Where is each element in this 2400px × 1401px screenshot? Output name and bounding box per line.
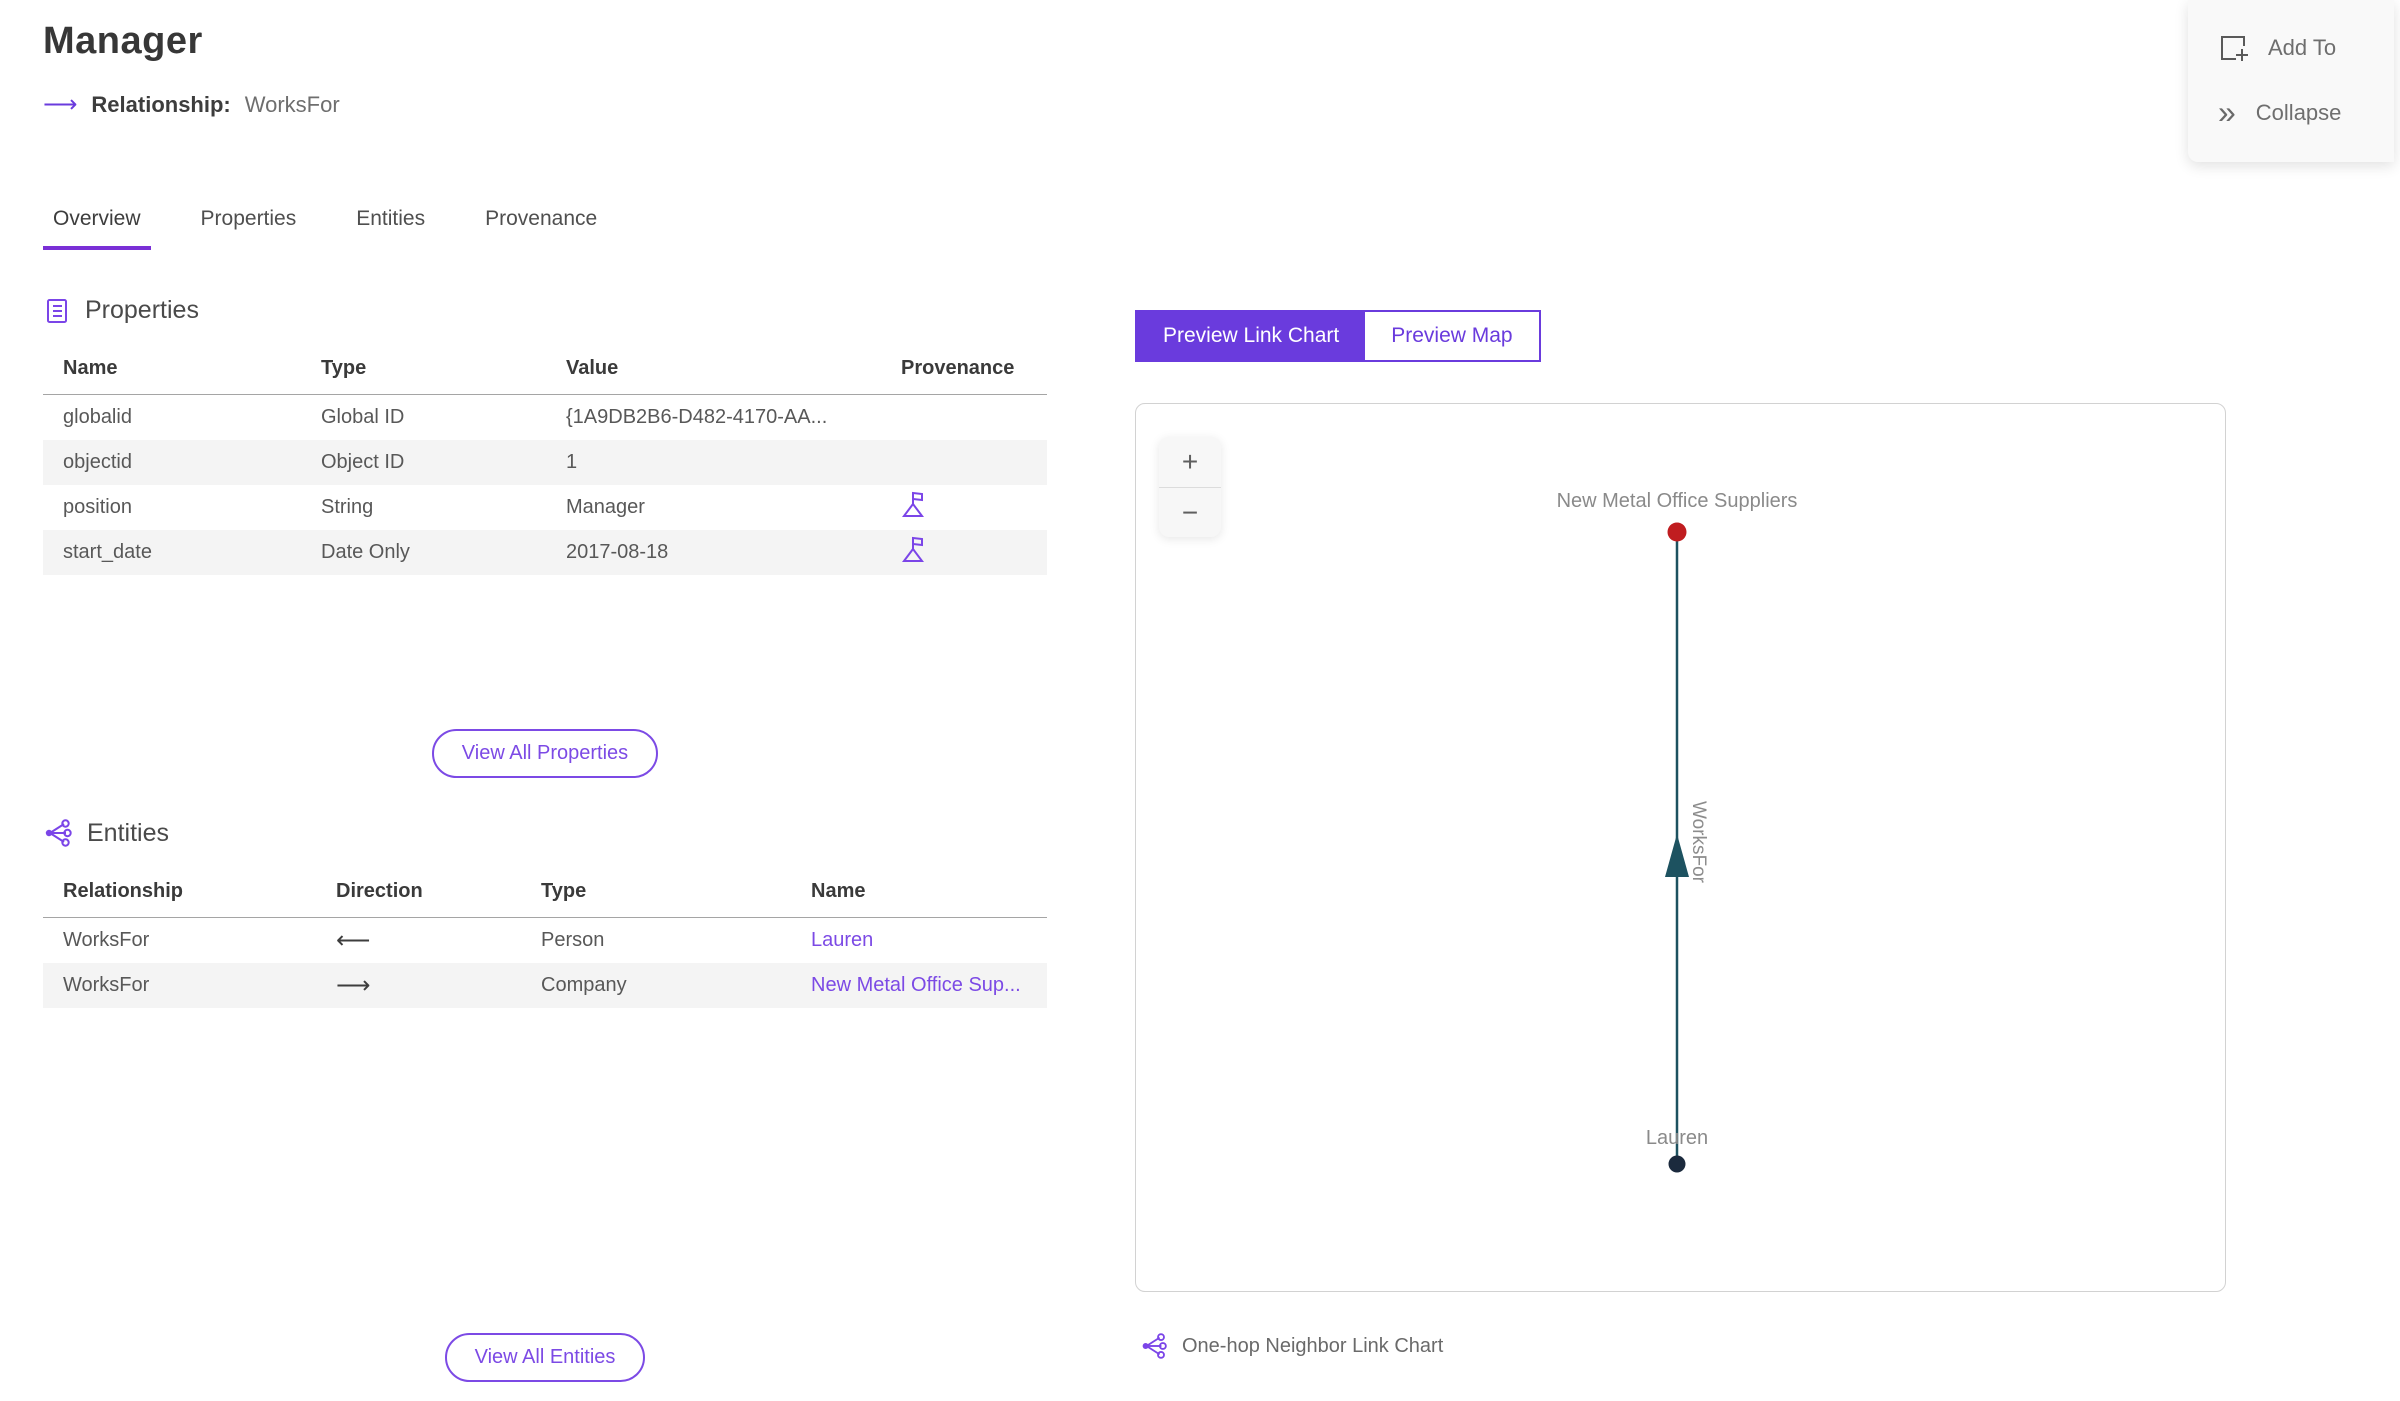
direction-left-arrow-icon: ⟵ xyxy=(336,926,371,954)
chart-caption: One-hop Neighbor Link Chart xyxy=(1140,1332,1443,1360)
relationship-detail-page: Manager ⟶ Relationship: WorksFor Add To … xyxy=(0,0,2400,1401)
link-chart-svg: WorksFor New Metal Office Suppliers Laur… xyxy=(1557,490,1798,1173)
table-row: globalid Global ID {1A9DB2B6-D482-4170-A… xyxy=(43,395,1047,440)
cell-provenance xyxy=(881,530,1047,575)
cell-name: globalid xyxy=(63,405,132,428)
table-row: start_date Date Only 2017-08-18 xyxy=(43,529,1047,575)
zoom-control: + − xyxy=(1159,437,1221,537)
cell-provenance xyxy=(881,395,1047,440)
collapse-label: Collapse xyxy=(2255,99,2342,125)
entity-link-lauren[interactable]: Lauren xyxy=(791,918,1047,963)
table-row: position String Manager xyxy=(43,485,1047,530)
cell-type: String xyxy=(321,495,374,518)
chart-caption-label: One-hop Neighbor Link Chart xyxy=(1182,1334,1444,1357)
page-title: Manager xyxy=(43,20,203,62)
view-all-properties-row: View All Properties xyxy=(43,729,1047,778)
properties-document-icon xyxy=(43,297,71,325)
entities-table-header: Relationship Direction Type Name xyxy=(43,872,1047,918)
double-chevron-right-icon: » xyxy=(2218,93,2236,130)
zoom-in-button[interactable]: + xyxy=(1159,437,1221,487)
entities-network-icon xyxy=(43,818,73,848)
col-header-type: Type xyxy=(301,349,546,395)
preview-link-chart-button[interactable]: Preview Link Chart xyxy=(1137,312,1366,360)
cell-type: Company xyxy=(541,973,627,996)
cell-provenance xyxy=(881,440,1047,485)
preview-map-button[interactable]: Preview Map xyxy=(1365,312,1539,360)
entity-link-company[interactable]: New Metal Office Sup... xyxy=(791,963,1047,1008)
col-header-direction: Direction xyxy=(316,872,521,918)
relationship-value: WorksFor xyxy=(244,92,340,117)
properties-section-header: Properties xyxy=(43,296,1047,325)
entities-section-title: Entities xyxy=(87,818,169,847)
tab-bar: Overview Properties Entities Provenance xyxy=(43,207,607,250)
provenance-flag-icon[interactable] xyxy=(901,535,925,563)
tab-provenance[interactable]: Provenance xyxy=(475,207,607,250)
view-all-entities-row: View All Entities xyxy=(43,1333,1047,1382)
floating-action-panel: Add To » Collapse xyxy=(2188,0,2394,162)
properties-section: Properties Name Type Value Provenance gl… xyxy=(43,296,1047,575)
col-header-name: Name xyxy=(791,872,1047,918)
edge-label: WorksFor xyxy=(1688,801,1709,884)
tab-overview[interactable]: Overview xyxy=(43,207,151,250)
col-header-relationship: Relationship xyxy=(43,872,316,918)
preview-toggle: Preview Link Chart Preview Map xyxy=(1135,310,1541,362)
col-header-value: Value xyxy=(546,349,881,395)
cell-name: start_date xyxy=(63,540,152,563)
cell-type: Global ID xyxy=(321,405,405,428)
col-header-provenance: Provenance xyxy=(881,349,1047,395)
add-to-label: Add To xyxy=(2268,34,2337,60)
relationship-arrow-icon: ⟶ xyxy=(43,91,78,118)
entities-section: Entities Relationship Direction Type Nam… xyxy=(43,818,1047,1008)
link-chart-canvas[interactable]: WorksFor New Metal Office Suppliers Laur… xyxy=(1135,403,2226,1292)
cell-type: Object ID xyxy=(321,450,405,473)
relationship-label: Relationship: xyxy=(91,92,231,117)
provenance-flag-icon[interactable] xyxy=(901,490,925,518)
cell-relationship: WorksFor xyxy=(63,973,150,996)
relationship-subtitle: ⟶ Relationship: WorksFor xyxy=(43,92,340,118)
table-row: WorksFor ⟶ Company New Metal Office Sup.… xyxy=(43,962,1047,1008)
tab-entities[interactable]: Entities xyxy=(346,207,435,250)
view-all-properties-button[interactable]: View All Properties xyxy=(431,729,659,778)
zoom-out-button[interactable]: − xyxy=(1159,487,1221,537)
table-row: WorksFor ⟵ Person Lauren xyxy=(43,918,1047,963)
properties-section-title: Properties xyxy=(85,296,199,324)
node-person[interactable] xyxy=(1668,1155,1686,1173)
direction-right-arrow-icon: ⟶ xyxy=(336,971,371,999)
cell-name: objectid xyxy=(63,450,132,473)
entities-table: Relationship Direction Type Name WorksFo… xyxy=(43,872,1047,1008)
cell-type: Person xyxy=(541,928,605,951)
edge-arrowhead-up xyxy=(1665,834,1689,877)
node-company[interactable] xyxy=(1667,522,1687,542)
view-all-entities-button[interactable]: View All Entities xyxy=(444,1333,646,1382)
col-header-name: Name xyxy=(43,349,301,395)
entities-section-header: Entities xyxy=(43,818,1047,848)
node-company-label: New Metal Office Suppliers xyxy=(1557,490,1798,512)
cell-value: 2017-08-18 xyxy=(566,540,669,563)
one-hop-network-icon xyxy=(1140,1332,1168,1360)
collapse-button[interactable]: » Collapse xyxy=(2218,93,2394,130)
add-to-icon xyxy=(2218,33,2248,63)
node-person-label: Lauren xyxy=(1646,1127,1708,1149)
cell-provenance xyxy=(881,485,1047,530)
table-row: objectid Object ID 1 xyxy=(43,439,1047,485)
col-header-type: Type xyxy=(521,872,791,918)
cell-value: Manager xyxy=(566,495,645,518)
cell-relationship: WorksFor xyxy=(63,928,150,951)
properties-table-header: Name Type Value Provenance xyxy=(43,349,1047,395)
cell-name: position xyxy=(63,495,132,518)
tab-properties[interactable]: Properties xyxy=(191,207,307,250)
cell-value: 1 xyxy=(566,450,578,473)
cell-value: {1A9DB2B6-D482-4170-AA... xyxy=(566,405,828,428)
add-to-button[interactable]: Add To xyxy=(2218,33,2394,63)
properties-table: Name Type Value Provenance globalid Glob… xyxy=(43,349,1047,575)
cell-type: Date Only xyxy=(321,540,410,563)
